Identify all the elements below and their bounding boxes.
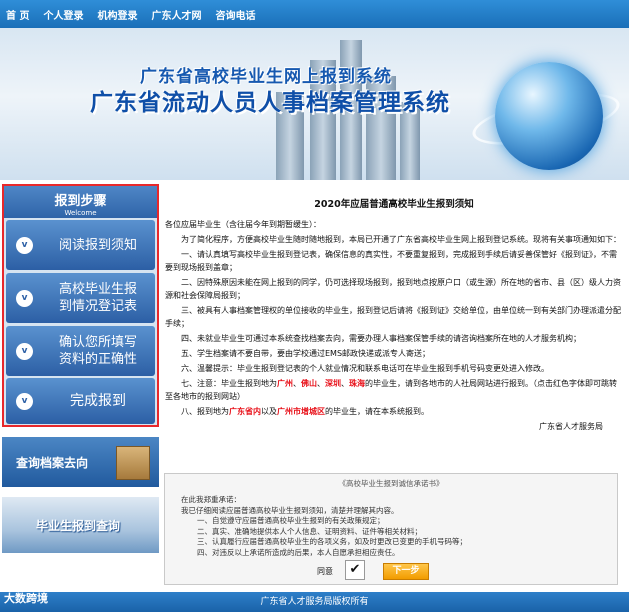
query-archive-label: 查询档案去向 — [16, 455, 89, 470]
commitment-line: 三、认真履行应届普通高校毕业生的各项义务，如及时更改已变更的手机号码等； — [197, 537, 467, 546]
step-label: 高校毕业生报 到情况登记表 — [58, 282, 137, 314]
check-icon: ✔ — [349, 562, 361, 577]
notice-text: 八、报到地为 — [181, 407, 229, 416]
chevron-down-icon: v — [16, 392, 33, 410]
commitment-line: 我已仔细阅读应届普通高校毕业生报到须知，清楚并理解其内容。 — [181, 505, 399, 515]
notice-highlight: 广东省内 — [229, 407, 261, 416]
commitment-text: 在此我郑重承诺： 我已仔细阅读应届普通高校毕业生报到须知，清楚并理解其内容。 一… — [165, 489, 617, 558]
step-complete[interactable]: v 完成报到 — [6, 378, 155, 424]
notice-signature: 广东省人才服务局 — [539, 422, 603, 431]
commitment-line: 四、对违反以上承诺所造成的后果，本人自愿承担相应责任。 — [197, 547, 400, 557]
step-label: 确认您所填写 资料的正确性 — [58, 335, 137, 367]
step-label: 阅读报到须知 — [58, 237, 137, 253]
step-read-notice[interactable]: v 阅读报到须知 — [6, 220, 155, 270]
notice-content: 2020年应届普通高校毕业生报到须知 各位应届毕业生（含往届今年到期暂缓生）： … — [165, 196, 623, 435]
notice-item: 六、温馨提示：毕业生报到登记表的个人就业情况和联系电话可在毕业生报到手机号码变更… — [181, 364, 549, 373]
nav-home[interactable]: 首 页 — [6, 7, 29, 22]
steps-panel: 报到步骤 Welcome v 阅读报到须知 v 高校毕业生报 到情况登记表 v … — [2, 184, 159, 427]
footer-copyright: 广东省人才服务局版权所有 — [260, 597, 369, 607]
commitment-line: 二、真实、准确地提供本人个人信息、证明资料、证件等相关材料； — [197, 526, 422, 536]
step-label: 完成报到 — [70, 392, 126, 409]
notice-item: 三、被具有人事档案管理权的单位接收的毕业生，报到登记后请将《报到证》交给单位，由… — [165, 306, 621, 328]
archive-box-image — [116, 446, 150, 480]
notice-greeting: 各位应届毕业生（含往届今年到期暂缓生）： — [165, 220, 321, 229]
link-foshan[interactable]: 佛山 — [301, 379, 317, 388]
link-zhuhai[interactable]: 珠海 — [349, 379, 365, 388]
link-shenzhen[interactable]: 深圳 — [325, 379, 341, 388]
steps-subtitle: Welcome — [64, 209, 97, 217]
watermark-logo: 大数跨境 — [4, 588, 48, 610]
link-guangzhou[interactable]: 广州 — [277, 379, 293, 388]
agree-label: 同意 — [317, 567, 333, 576]
chevron-down-icon: v — [16, 342, 33, 360]
notice-title: 2020年应届普通高校毕业生报到须知 — [314, 199, 474, 210]
notice-text: 的毕业生，请在本系统报到。 — [325, 407, 429, 416]
notice-item: 四、未就业毕业生可通过本系统查找档案去向，需要办理人事档案保管手续的请咨询档案所… — [181, 334, 581, 343]
notice-item: 一、请认真填写高校毕业生报到登记表，确保信息的真实性，不要重复报到，完成报到手续… — [165, 250, 617, 272]
next-step-button[interactable]: 下一步 — [383, 563, 429, 580]
nav-org-login[interactable]: 机构登录 — [97, 7, 137, 22]
graduate-query-button[interactable]: 毕业生报到查询 — [2, 497, 159, 553]
header-banner: 广东省高校毕业生网上报到系统 广东省流动人员人事档案管理系统 — [0, 28, 629, 180]
banner-title-2: 广东省流动人员人事档案管理系统 — [90, 90, 450, 116]
notice-item: 五、学生档案请不要自带，要由学校通过EMS邮政快递或派专人寄送； — [181, 349, 431, 358]
notice-intro: 为了简化程序，方便高校毕业生随时随地报到，本局已开通了广东省高校毕业生网上报到登… — [181, 235, 621, 244]
steps-header: 报到步骤 Welcome — [4, 186, 157, 218]
agree-checkbox[interactable]: ✔ — [345, 560, 365, 580]
step-registration-form[interactable]: v 高校毕业生报 到情况登记表 — [6, 273, 155, 323]
notice-text: 以及 — [261, 407, 277, 416]
notice-highlight: 广州市增城区 — [277, 407, 325, 416]
notice-item-7: 七、注意：毕业生报到地为广州、佛山、深圳、珠海的毕业生，请到各地市的人社局网站进… — [165, 379, 617, 401]
steps-title: 报到步骤 — [54, 194, 107, 209]
chevron-down-icon: v — [16, 236, 33, 254]
notice-item: 二、因特殊原因未能在网上报到的同学，仍可选择现场报到，报到地点按原户口（或生源）… — [165, 278, 621, 300]
nav-talent-site[interactable]: 广东人才网 — [151, 7, 201, 22]
top-nav: 首 页 个人登录 机构登录 广东人才网 咨询电话 — [0, 0, 629, 28]
chevron-down-icon: v — [16, 289, 33, 307]
commitment-title: 《高校毕业生报到诚信承诺书》 — [338, 479, 444, 488]
notice-text: 七、注意：毕业生报到地为 — [181, 379, 277, 388]
footer: 广东省人才服务局版权所有 — [0, 592, 629, 612]
commitment-line: 在此我郑重承诺： — [181, 495, 241, 504]
commitment-line: 一、自觉遵守应届普通高校毕业生报到的有关政策规定； — [197, 516, 385, 525]
step-confirm-info[interactable]: v 确认您所填写 资料的正确性 — [6, 326, 155, 376]
watermark-text: 大数跨境 — [4, 592, 48, 605]
globe-image — [495, 62, 603, 170]
nav-personal-login[interactable]: 个人登录 — [43, 7, 83, 22]
nav-hotline[interactable]: 咨询电话 — [215, 7, 255, 22]
graduate-query-label: 毕业生报到查询 — [36, 519, 121, 533]
notice-item-8: 八、报到地为广东省内以及广州市增城区的毕业生，请在本系统报到。 — [165, 405, 623, 418]
